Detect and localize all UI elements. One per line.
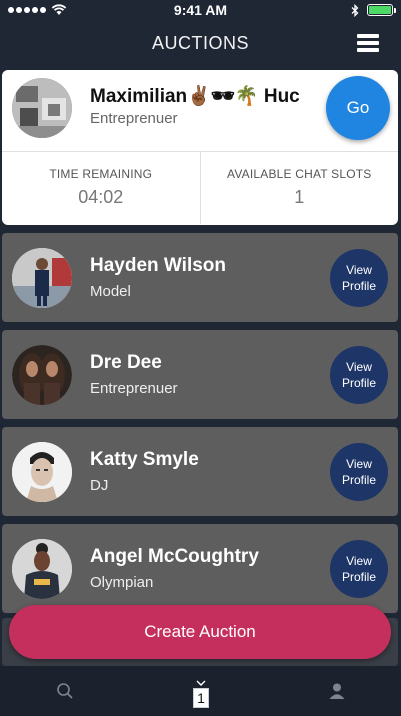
chat-slots-value: 1 (294, 187, 305, 207)
nav-header: AUCTIONS (0, 20, 401, 66)
create-auction-button[interactable]: Create Auction (9, 605, 391, 659)
chat-slots-stat: AVAILABLE CHAT SLOTS 1 (199, 152, 399, 224)
featured-stats: TIME REMAINING 04:02 AVAILABLE CHAT SLOT… (2, 152, 398, 224)
featured-auction-card: Maximilian✌🏾🕶🌴 Huc Entreprenuer Go TIME … (2, 70, 398, 225)
featured-header: Maximilian✌🏾🕶🌴 Huc Entreprenuer Go (2, 70, 398, 152)
list-item[interactable]: Katty Smyle DJ View Profile (2, 427, 398, 516)
tab-bar: 1 (0, 666, 401, 716)
avatar (12, 248, 72, 308)
avatar (12, 345, 72, 405)
user-name: Hayden Wilson (90, 255, 227, 276)
auction-badge: 1 (193, 688, 209, 708)
tab-search[interactable] (50, 666, 80, 716)
avatar (12, 442, 72, 502)
user-name: Angel McCoughtry (90, 546, 259, 567)
bluetooth-icon (351, 3, 359, 17)
user-name: Dre Dee (90, 352, 162, 373)
view-profile-button[interactable]: View Profile (330, 443, 388, 501)
list-item[interactable]: Dre Dee Entreprenuer View Profile (2, 330, 398, 419)
time-remaining-label: TIME REMAINING (49, 167, 153, 181)
user-role: Olympian (90, 574, 154, 591)
profile-icon (329, 683, 345, 699)
view-profile-button[interactable]: View Profile (330, 346, 388, 404)
signal-wifi-group (8, 4, 67, 16)
time-remaining-stat: TIME REMAINING 04:02 (2, 152, 200, 224)
status-right (351, 3, 396, 17)
list-item[interactable]: Angel McCoughtry Olympian View Profile (2, 524, 398, 613)
user-name: Katty Smyle (90, 449, 199, 470)
go-button[interactable]: Go (326, 76, 390, 140)
chat-slots-label: AVAILABLE CHAT SLOTS (227, 167, 372, 181)
user-role: Entreprenuer (90, 380, 178, 397)
avatar (12, 539, 72, 599)
menu-icon[interactable] (357, 34, 379, 52)
page-title: AUCTIONS (151, 32, 249, 53)
view-profile-button[interactable]: View Profile (330, 540, 388, 598)
signal-strength-icon (8, 7, 46, 13)
wifi-icon (51, 4, 67, 15)
search-icon (57, 683, 73, 699)
featured-name: Maximilian✌🏾🕶🌴 Huc (90, 86, 300, 107)
status-bar: 9:41 AM (0, 0, 401, 20)
user-role: DJ (90, 477, 109, 494)
list-item[interactable]: Hayden Wilson Model View Profile (2, 233, 398, 322)
time-remaining-value: 04:02 (78, 187, 124, 207)
tab-profile[interactable] (322, 666, 352, 716)
battery-icon (367, 4, 396, 16)
featured-role: Entreprenuer (90, 110, 178, 127)
view-profile-button[interactable]: View Profile (330, 249, 388, 307)
auction-icon: 1 (193, 680, 209, 708)
user-role: Model (90, 283, 131, 300)
featured-avatar (12, 78, 72, 138)
tab-auctions[interactable]: 1 (186, 666, 216, 716)
